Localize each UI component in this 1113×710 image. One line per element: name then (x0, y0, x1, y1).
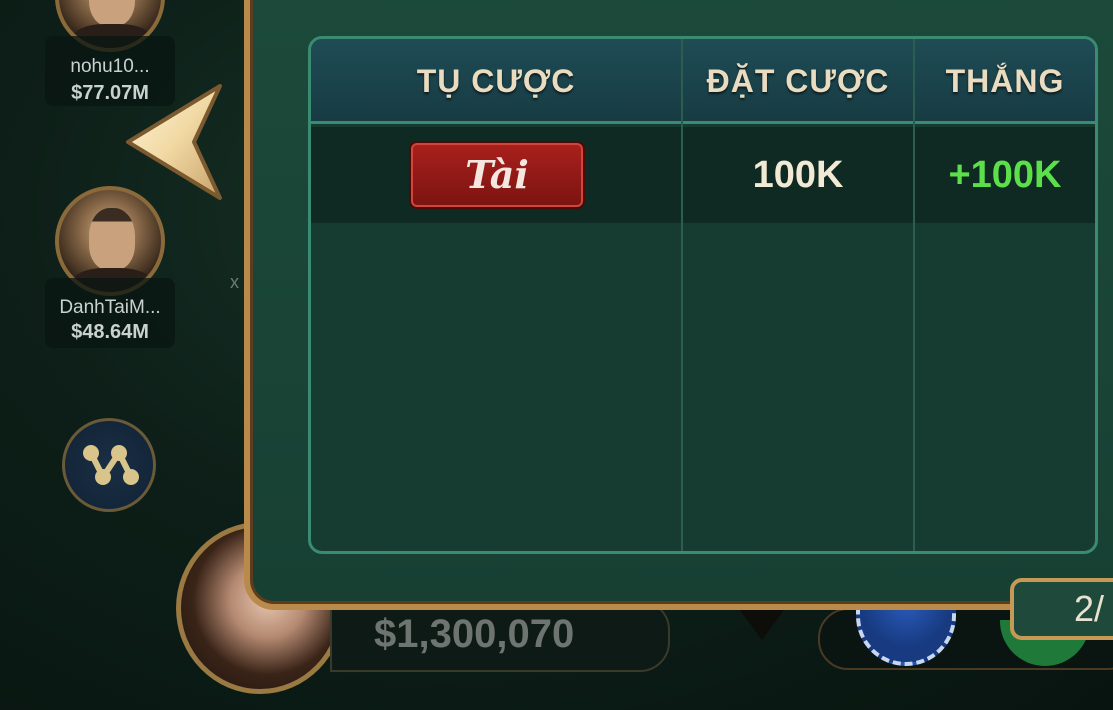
back-arrow-icon[interactable] (124, 82, 226, 202)
column-header-side: TỤ CƯỢC (416, 63, 576, 99)
bet-history-table: TỤ CƯỢC ĐẶT CƯỢC THẮNG Tài 100K +100K (308, 36, 1098, 554)
balance-amount: $1,300,070 (374, 612, 575, 656)
table-row: Tài 100K +100K (311, 127, 1095, 223)
bet-amount: 100K (752, 154, 844, 196)
player-name: DanhTaiM... (59, 297, 161, 318)
column-header-bet: ĐẶT CƯỢC (706, 63, 890, 99)
page-indicator: 2/ (1074, 588, 1105, 629)
pointer-decoration (740, 610, 784, 640)
background-fragment: x (230, 272, 239, 292)
side-tag-tai: Tài (411, 143, 583, 207)
win-amount: +100K (948, 154, 1062, 196)
player-money: $48.64M (71, 321, 149, 343)
table-header: TỤ CƯỢC ĐẶT CƯỢC THẮNG (311, 39, 1095, 124)
column-divider (913, 39, 915, 551)
column-header-win: THẮNG (945, 63, 1065, 99)
column-divider (681, 39, 683, 551)
scoreboard-icon (83, 445, 139, 485)
scoreboard-button[interactable] (62, 418, 156, 512)
player-name: nohu10... (70, 56, 150, 77)
